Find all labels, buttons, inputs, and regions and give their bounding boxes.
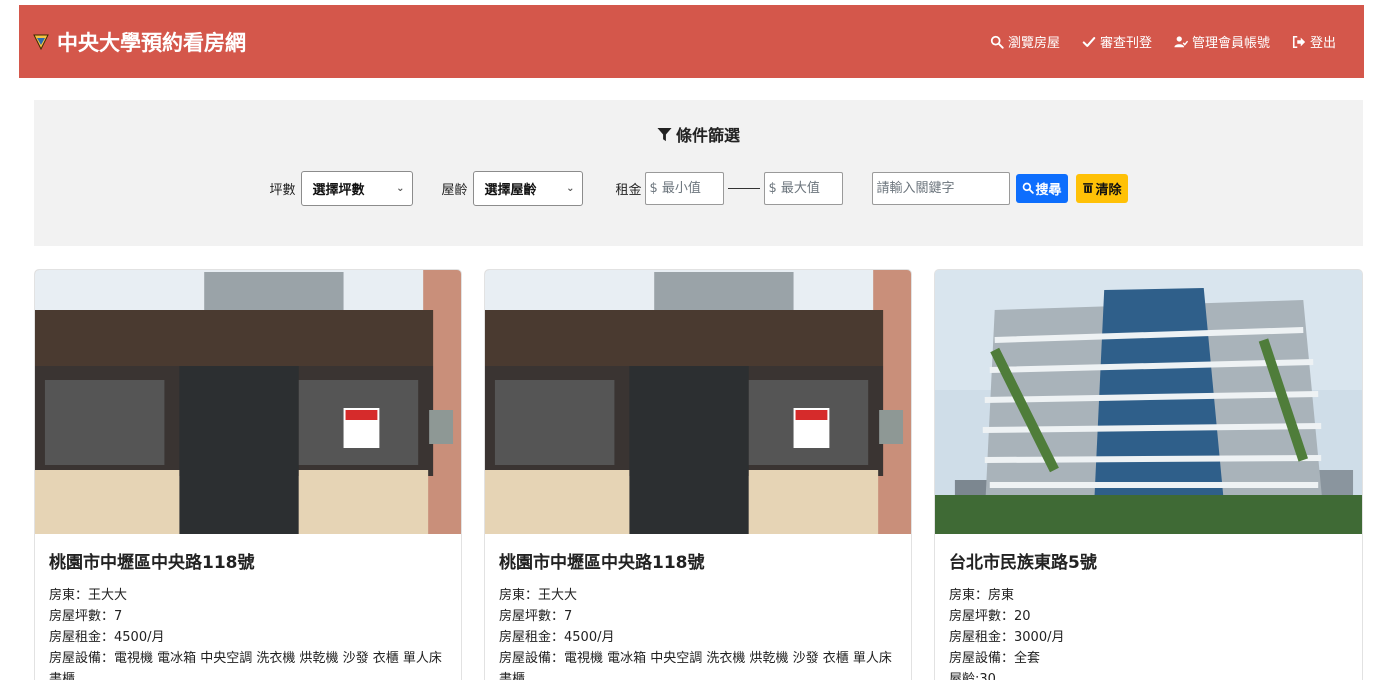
size-label: 坪數: [269, 182, 296, 198]
check-icon: [1082, 36, 1096, 47]
nav-review-listings[interactable]: 審查刊登: [1082, 32, 1152, 51]
nav-browse-houses[interactable]: 瀏覽房屋: [990, 32, 1060, 51]
search-icon: [990, 35, 1004, 49]
chevron-down-icon: ⌄: [396, 182, 405, 194]
card-body: 桃園市中壢區中央路118號 房東：王大大 房屋坪數：7 房屋租金：4500/月 …: [49, 548, 447, 680]
range-dash: [727, 187, 760, 189]
size-select-value: 選擇坪數: [312, 182, 365, 198]
card-landlord: 房東：王大大: [499, 588, 578, 603]
house-card[interactable]: 桃園市中壢區中央路118號 房東：王大大 房屋坪數：7 房屋租金：4500/月 …: [34, 269, 462, 680]
age-label: 屋齡: [441, 182, 468, 198]
rent-min-input[interactable]: [644, 171, 724, 205]
house-card[interactable]: 台北市民族東路5號 房東：房東 房屋坪數：20 房屋租金：3000/月 房屋設備…: [934, 269, 1363, 680]
card-equipment: 房屋設備：電視機 電冰箱 中央空調 洗衣機 烘乾機 沙發 衣櫃 單人床 書櫃: [499, 651, 892, 680]
card-size: 房屋坪數：7: [49, 609, 123, 624]
card-title[interactable]: 桃園市中壢區中央路118號: [499, 548, 897, 573]
brand-title: 中央大學預約看房網: [57, 30, 246, 55]
ncu-logo-icon: [33, 34, 49, 50]
card-equipment: 房屋設備：全套: [949, 651, 1041, 666]
search-icon: [1022, 182, 1034, 194]
house-photo[interactable]: [935, 270, 1362, 534]
nav-review-label: 審查刊登: [1099, 36, 1152, 51]
card-title[interactable]: 台北市民族東路5號: [949, 548, 1348, 573]
filter-icon: [657, 127, 672, 141]
house-photo[interactable]: [485, 270, 911, 534]
age-select-value: 選擇屋齡: [484, 182, 537, 198]
card-body: 桃園市中壢區中央路118號 房東：王大大 房屋坪數：7 房屋租金：4500/月 …: [499, 548, 897, 680]
trash-icon: [1082, 183, 1093, 193]
chevron-down-icon: ⌄: [566, 182, 575, 194]
rent-max-input[interactable]: [763, 171, 843, 205]
app-frame: 中央大學預約看房網 瀏覽房屋 審查刊登 管理會員帳號 登出 條件篩選 坪數 選擇…: [0, 0, 1378, 680]
card-size: 房屋坪數：7: [499, 609, 573, 624]
search-button[interactable]: 搜尋: [1015, 173, 1068, 203]
card-landlord: 房東：房東: [949, 588, 1015, 603]
filter-title: 條件篩選: [34, 122, 1363, 146]
card-age: 屋齡:30: [949, 672, 996, 680]
logout-icon: [1292, 35, 1306, 48]
filter-controls: 坪數 選擇坪數 ⌄ 屋齡 選擇屋齡 ⌄ 租金 搜尋: [34, 170, 1363, 206]
nav-logout-label: 登出: [1309, 36, 1336, 51]
filter-panel: 條件篩選 坪數 選擇坪數 ⌄ 屋齡 選擇屋齡 ⌄ 租金 搜: [34, 100, 1363, 246]
card-rent: 房屋租金：4500/月: [49, 630, 165, 645]
navbar: 中央大學預約看房網 瀏覽房屋 審查刊登 管理會員帳號 登出: [19, 5, 1364, 78]
house-photo[interactable]: [35, 270, 461, 534]
user-check-icon: [1174, 35, 1188, 47]
filter-title-text: 條件篩選: [675, 126, 740, 145]
rent-label: 租金: [615, 182, 642, 198]
card-size: 房屋坪數：20: [949, 609, 1031, 624]
nav-manage-members[interactable]: 管理會員帳號: [1174, 32, 1270, 51]
nav-browse-label: 瀏覽房屋: [1007, 36, 1060, 51]
nav-logout[interactable]: 登出: [1292, 32, 1336, 51]
clear-button-label: 清除: [1095, 182, 1122, 198]
nav-manage-label: 管理會員帳號: [1191, 36, 1270, 51]
keyword-input[interactable]: [871, 171, 1010, 205]
size-select[interactable]: 選擇坪數 ⌄: [301, 170, 414, 206]
house-card[interactable]: 桃園市中壢區中央路118號 房東：王大大 房屋坪數：7 房屋租金：4500/月 …: [484, 269, 912, 680]
clear-button[interactable]: 清除: [1075, 173, 1128, 203]
search-button-label: 搜尋: [1035, 182, 1062, 198]
card-body: 台北市民族東路5號 房東：房東 房屋坪數：20 房屋租金：3000/月 房屋設備…: [949, 548, 1348, 680]
brand[interactable]: 中央大學預約看房網: [33, 27, 246, 57]
nav-links: 瀏覽房屋 審查刊登 管理會員帳號 登出: [990, 32, 1336, 51]
card-title[interactable]: 桃園市中壢區中央路118號: [49, 548, 447, 573]
card-landlord: 房東：王大大: [49, 588, 128, 603]
age-select[interactable]: 選擇屋齡 ⌄: [473, 170, 584, 206]
card-rent: 房屋租金：3000/月: [949, 630, 1065, 645]
card-equipment: 房屋設備：電視機 電冰箱 中央空調 洗衣機 烘乾機 沙發 衣櫃 單人床 書櫃: [49, 651, 442, 680]
card-rent: 房屋租金：4500/月: [499, 630, 615, 645]
